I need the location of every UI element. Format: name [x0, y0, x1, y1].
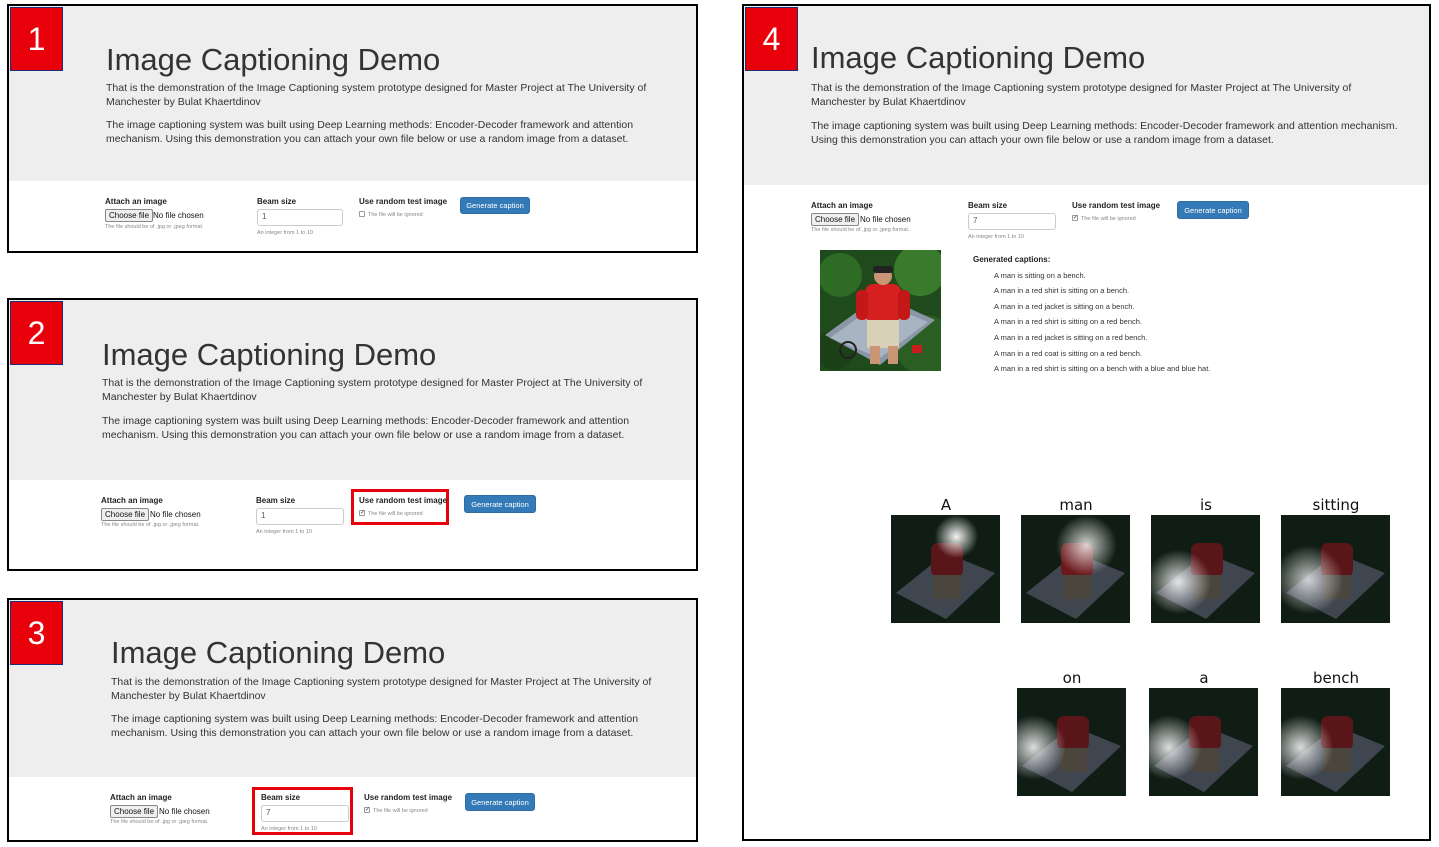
attention-map-image: [1021, 515, 1130, 623]
jumbotron: Image Captioning Demo That is the demons…: [744, 6, 1429, 185]
attach-label: Attach an image: [811, 201, 873, 210]
random-help-text: The file will be ignored: [368, 212, 423, 218]
choose-file-button[interactable]: Choose file: [110, 805, 159, 818]
intro-text: That is the demonstration of the Image C…: [111, 676, 652, 702]
page-title: Image Captioning Demo: [102, 337, 437, 372]
description-text: The image captioning system was built us…: [102, 415, 630, 441]
caption-item: A man in a red shirt is sitting on a ben…: [994, 364, 1211, 373]
random-image-checkbox[interactable]: ✓: [364, 807, 370, 813]
caption-item: A man in a red shirt is sitting on a red…: [994, 317, 1142, 326]
beam-help-text: An integer from 1 to 10: [261, 826, 317, 832]
step-number-badge: 2: [10, 301, 63, 365]
attention-word-label: man: [1059, 496, 1093, 514]
description-text: The image captioning system was built us…: [111, 713, 639, 739]
caption-item: A man is sitting on a bench.: [994, 271, 1086, 280]
file-status: No file chosen: [860, 215, 911, 224]
file-help-text: The file should be of .jpg or .jpeg form…: [105, 224, 204, 230]
attention-map-image: [1281, 688, 1390, 796]
jumbotron: Image Captioning Demo That is the demons…: [9, 600, 696, 777]
attention-word-label: sitting: [1312, 496, 1360, 514]
random-image-label: Use random test image: [359, 197, 448, 206]
attention-map-image: [1281, 515, 1390, 623]
attention-word-label: bench: [1312, 669, 1359, 687]
attention-map-image: [1017, 688, 1126, 796]
generate-caption-button[interactable]: Generate caption: [460, 197, 530, 214]
step-number-badge: 1: [10, 7, 63, 71]
jumbotron: Image Captioning Demo That is the demons…: [9, 300, 696, 480]
page-title: Image Captioning Demo: [111, 635, 446, 670]
attention-map-image: [1149, 688, 1258, 796]
beam-size-input[interactable]: 7: [968, 213, 1056, 230]
file-help-text: The file should be of .jpg or .jpeg form…: [110, 819, 209, 825]
file-status: No file chosen: [159, 807, 210, 816]
page-title: Image Captioning Demo: [811, 40, 1146, 75]
step-number-badge: 4: [745, 7, 798, 71]
beam-size-input[interactable]: 1: [256, 508, 344, 525]
step-4-screenshot: 4 Image Captioning Demo That is the demo…: [742, 4, 1431, 841]
attention-word-label: A: [940, 496, 952, 514]
generate-caption-button[interactable]: Generate caption: [465, 793, 535, 811]
beam-help-text: An integer from 1 to 10: [256, 529, 312, 535]
attention-word-label: on: [1062, 669, 1082, 687]
choose-file-button[interactable]: Choose file: [811, 213, 860, 226]
random-image-checkbox[interactable]: [359, 211, 365, 217]
generated-captions-heading: Generated captions:: [973, 255, 1051, 264]
attach-label: Attach an image: [110, 793, 172, 802]
attention-word-label: is: [1200, 496, 1212, 514]
intro-text: That is the demonstration of the Image C…: [811, 82, 1352, 108]
step-1-screenshot: 1 Image Captioning Demo That is the demo…: [7, 4, 698, 253]
random-help-text: The file will be ignored: [1081, 216, 1136, 222]
caption-item: A man in a red coat is sitting on a red …: [994, 349, 1143, 358]
caption-item: A man in a red jacket is sitting on a re…: [994, 333, 1148, 342]
description-text: The image captioning system was built us…: [811, 120, 1398, 146]
beam-size-label: Beam size: [256, 496, 296, 505]
attention-word-label: a: [1199, 669, 1209, 687]
choose-file-button[interactable]: Choose file: [101, 508, 150, 521]
attention-map-image: [1151, 515, 1260, 623]
step-2-screenshot: 2 Image Captioning Demo That is the demo…: [7, 298, 698, 571]
file-status: No file chosen: [150, 510, 201, 519]
attach-label: Attach an image: [101, 496, 163, 505]
beam-help-text: An integer from 1 to 10: [968, 234, 1024, 240]
beam-help-text: An integer from 1 to 10: [257, 230, 313, 236]
beam-size-label: Beam size: [968, 201, 1008, 210]
random-help-text: The file will be ignored: [368, 511, 423, 517]
attach-label: Attach an image: [105, 197, 167, 206]
random-help-text: The file will be ignored: [373, 808, 428, 814]
file-status: No file chosen: [153, 211, 204, 220]
caption-item: A man in a red jacket is sitting on a be…: [994, 302, 1135, 311]
random-image-label: Use random test image: [1072, 201, 1161, 210]
random-image-label: Use random test image: [359, 496, 448, 505]
step-number-badge: 3: [10, 601, 63, 665]
random-image-checkbox[interactable]: ✓: [1072, 215, 1078, 221]
beam-size-input[interactable]: 7: [261, 805, 349, 822]
beam-size-label: Beam size: [257, 197, 297, 206]
beam-size-input[interactable]: 1: [257, 209, 343, 226]
generate-caption-button[interactable]: Generate caption: [464, 495, 536, 513]
file-help-text: The file should be of .jpg or .jpeg form…: [101, 522, 200, 528]
description-text: The image captioning system was built us…: [106, 119, 634, 145]
input-photo: [820, 250, 941, 371]
choose-file-button[interactable]: Choose file: [105, 209, 154, 222]
random-image-label: Use random test image: [364, 793, 453, 802]
page-title: Image Captioning Demo: [106, 42, 441, 77]
intro-text: That is the demonstration of the Image C…: [106, 82, 647, 108]
generate-caption-button[interactable]: Generate caption: [1177, 201, 1249, 219]
step-3-screenshot: 3 Image Captioning Demo That is the demo…: [7, 598, 698, 842]
highlight-box: [351, 489, 449, 525]
jumbotron: Image Captioning Demo That is the demons…: [9, 6, 696, 181]
intro-text: That is the demonstration of the Image C…: [102, 377, 643, 403]
random-image-checkbox[interactable]: ✓: [359, 510, 365, 516]
caption-item: A man in a red shirt is sitting on a ben…: [994, 286, 1130, 295]
file-help-text: The file should be of .jpg or .jpeg form…: [811, 227, 910, 233]
attention-map-image: [891, 515, 1000, 623]
beam-size-label: Beam size: [261, 793, 301, 802]
